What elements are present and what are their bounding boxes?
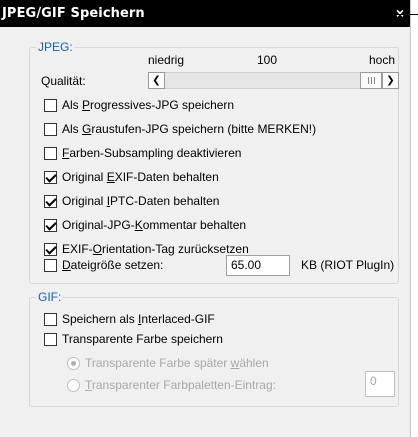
checkbox[interactable] bbox=[44, 313, 57, 326]
title-bar[interactable]: JPEG/GIF Speichern × bbox=[0, 0, 410, 27]
option-filesize-label: Dateigröße setzen: bbox=[62, 258, 164, 272]
checkbox[interactable] bbox=[44, 333, 57, 346]
quality-increase-button[interactable]: ❯ bbox=[382, 72, 399, 89]
quality-value: 100 bbox=[257, 53, 278, 67]
option-progressive-label: Als Progressives-JPG speichern bbox=[62, 98, 235, 112]
chevron-right-icon: ❯ bbox=[386, 75, 395, 86]
chevron-left-icon: ❮ bbox=[152, 75, 161, 86]
dialog-window: JPEG/GIF Speichern × JPEG: niedrig 100 h… bbox=[0, 0, 411, 437]
checkbox[interactable] bbox=[44, 243, 57, 256]
option-grayscale-label: Als Graustufen-JPG speichern (bitte MERK… bbox=[62, 122, 317, 136]
quality-decrease-button[interactable]: ❮ bbox=[148, 72, 165, 89]
checkbox[interactable] bbox=[44, 195, 57, 208]
quality-high-label: hoch bbox=[369, 53, 396, 67]
option-subsampling-label: Farben-Subsampling deaktivieren bbox=[62, 146, 242, 160]
radio-button[interactable] bbox=[67, 379, 80, 392]
quality-scrollbar-thumb[interactable] bbox=[360, 72, 382, 89]
radio-transparent-palette-label: Transparenter Farbpaletten-Eintrag: bbox=[85, 378, 276, 392]
jpeg-legend: JPEG: bbox=[36, 39, 75, 55]
filesize-input[interactable]: 65.00 bbox=[226, 255, 290, 276]
filesize-unit: KB (RIOT PlugIn) bbox=[301, 258, 395, 272]
checkbox[interactable] bbox=[44, 147, 57, 160]
radio-transparent-later-label: Transparente Farbe später wählen bbox=[85, 356, 269, 370]
close-icon[interactable]: × bbox=[396, 5, 404, 21]
checkbox[interactable] bbox=[44, 123, 57, 136]
checkbox[interactable] bbox=[44, 219, 57, 232]
dialog-title: JPEG/GIF Speichern bbox=[2, 6, 145, 21]
option-interlaced-label: Speichern als Interlaced-GIF bbox=[62, 312, 215, 326]
option-orientation-label: EXIF-Orientation-Tag zurücksetzen bbox=[62, 242, 249, 256]
option-iptc-label: Original IPTC-Daten behalten bbox=[62, 194, 220, 208]
palette-index-input[interactable]: 0 bbox=[365, 371, 395, 397]
quality-scrollbar-track[interactable] bbox=[165, 72, 362, 89]
quality-low-label: niedrig bbox=[148, 53, 185, 67]
option-transparent-label: Transparente Farbe speichern bbox=[62, 332, 223, 346]
quality-label: Qualität: bbox=[41, 74, 86, 88]
checkbox[interactable] bbox=[44, 99, 57, 112]
gif-legend: GIF: bbox=[36, 289, 64, 305]
option-comment-label: Original-JPG-Kommentar behalten bbox=[62, 218, 247, 232]
checkbox[interactable] bbox=[44, 171, 57, 184]
divider-line bbox=[396, 14, 418, 15]
option-exif-label: Original EXIF-Daten behalten bbox=[62, 170, 219, 184]
radio-button[interactable] bbox=[67, 357, 80, 370]
checkbox[interactable] bbox=[44, 259, 57, 272]
